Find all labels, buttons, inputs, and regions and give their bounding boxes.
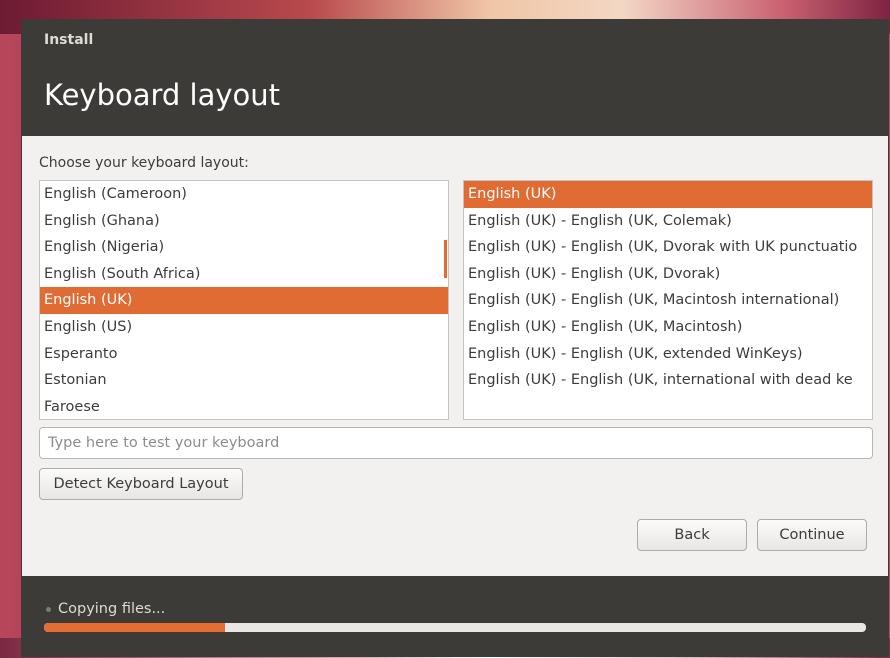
status-bullet-icon [46,607,51,612]
layout-list-item[interactable]: English (Cameroon) [40,181,448,208]
status-footer: Copying files... [22,576,888,656]
continue-button[interactable]: Continue [757,519,867,551]
window-header: Install Keyboard layout [22,20,888,136]
variant-list-item[interactable]: English (UK) - English (UK, Dvorak) [464,261,872,288]
layout-list[interactable]: English (Cameroon) English (Ghana) English… [39,180,449,420]
layout-list-item[interactable]: English (Nigeria) [40,234,448,261]
layout-list-scrollbar[interactable] [444,240,447,278]
layout-list-item[interactable]: English (US) [40,314,448,341]
variant-list-item[interactable]: English (UK) - English (UK, Macintosh) [464,314,872,341]
variant-list-item[interactable]: English (UK) [464,181,872,208]
app-title: Install [44,32,94,48]
layout-list-item[interactable]: Estonian [40,367,448,394]
variant-list-item[interactable]: English (UK) - English (UK, Macintosh in… [464,287,872,314]
installer-window: Install Keyboard layout Choose your keyb… [21,19,889,657]
status-text: Copying files... [58,601,166,617]
progress-fill [44,623,225,632]
back-button[interactable]: Back [637,519,747,551]
layout-list-item[interactable]: English (UK) [40,287,448,314]
variant-list[interactable]: English (UK) English (UK) - English (UK, … [463,180,873,420]
layout-list-item[interactable]: English (Ghana) [40,208,448,235]
keyboard-test-input[interactable] [39,427,873,459]
detect-keyboard-layout-button[interactable]: Detect Keyboard Layout [39,468,243,500]
variant-list-item[interactable]: English (UK) - English (UK, extended Win… [464,341,872,368]
variant-list-item[interactable]: English (UK) - English (UK, internationa… [464,367,872,394]
layout-list-item[interactable]: English (South Africa) [40,261,448,288]
variant-list-item[interactable]: English (UK) - English (UK, Dvorak with … [464,234,872,261]
layout-prompt: Choose your keyboard layout: [39,155,249,171]
layout-list-item[interactable]: Esperanto [40,341,448,368]
page-title: Keyboard layout [44,78,281,112]
progress-bar [44,623,866,632]
layout-list-item[interactable]: Faroese [40,394,448,419]
variant-list-item[interactable]: English (UK) - English (UK, Colemak) [464,208,872,235]
